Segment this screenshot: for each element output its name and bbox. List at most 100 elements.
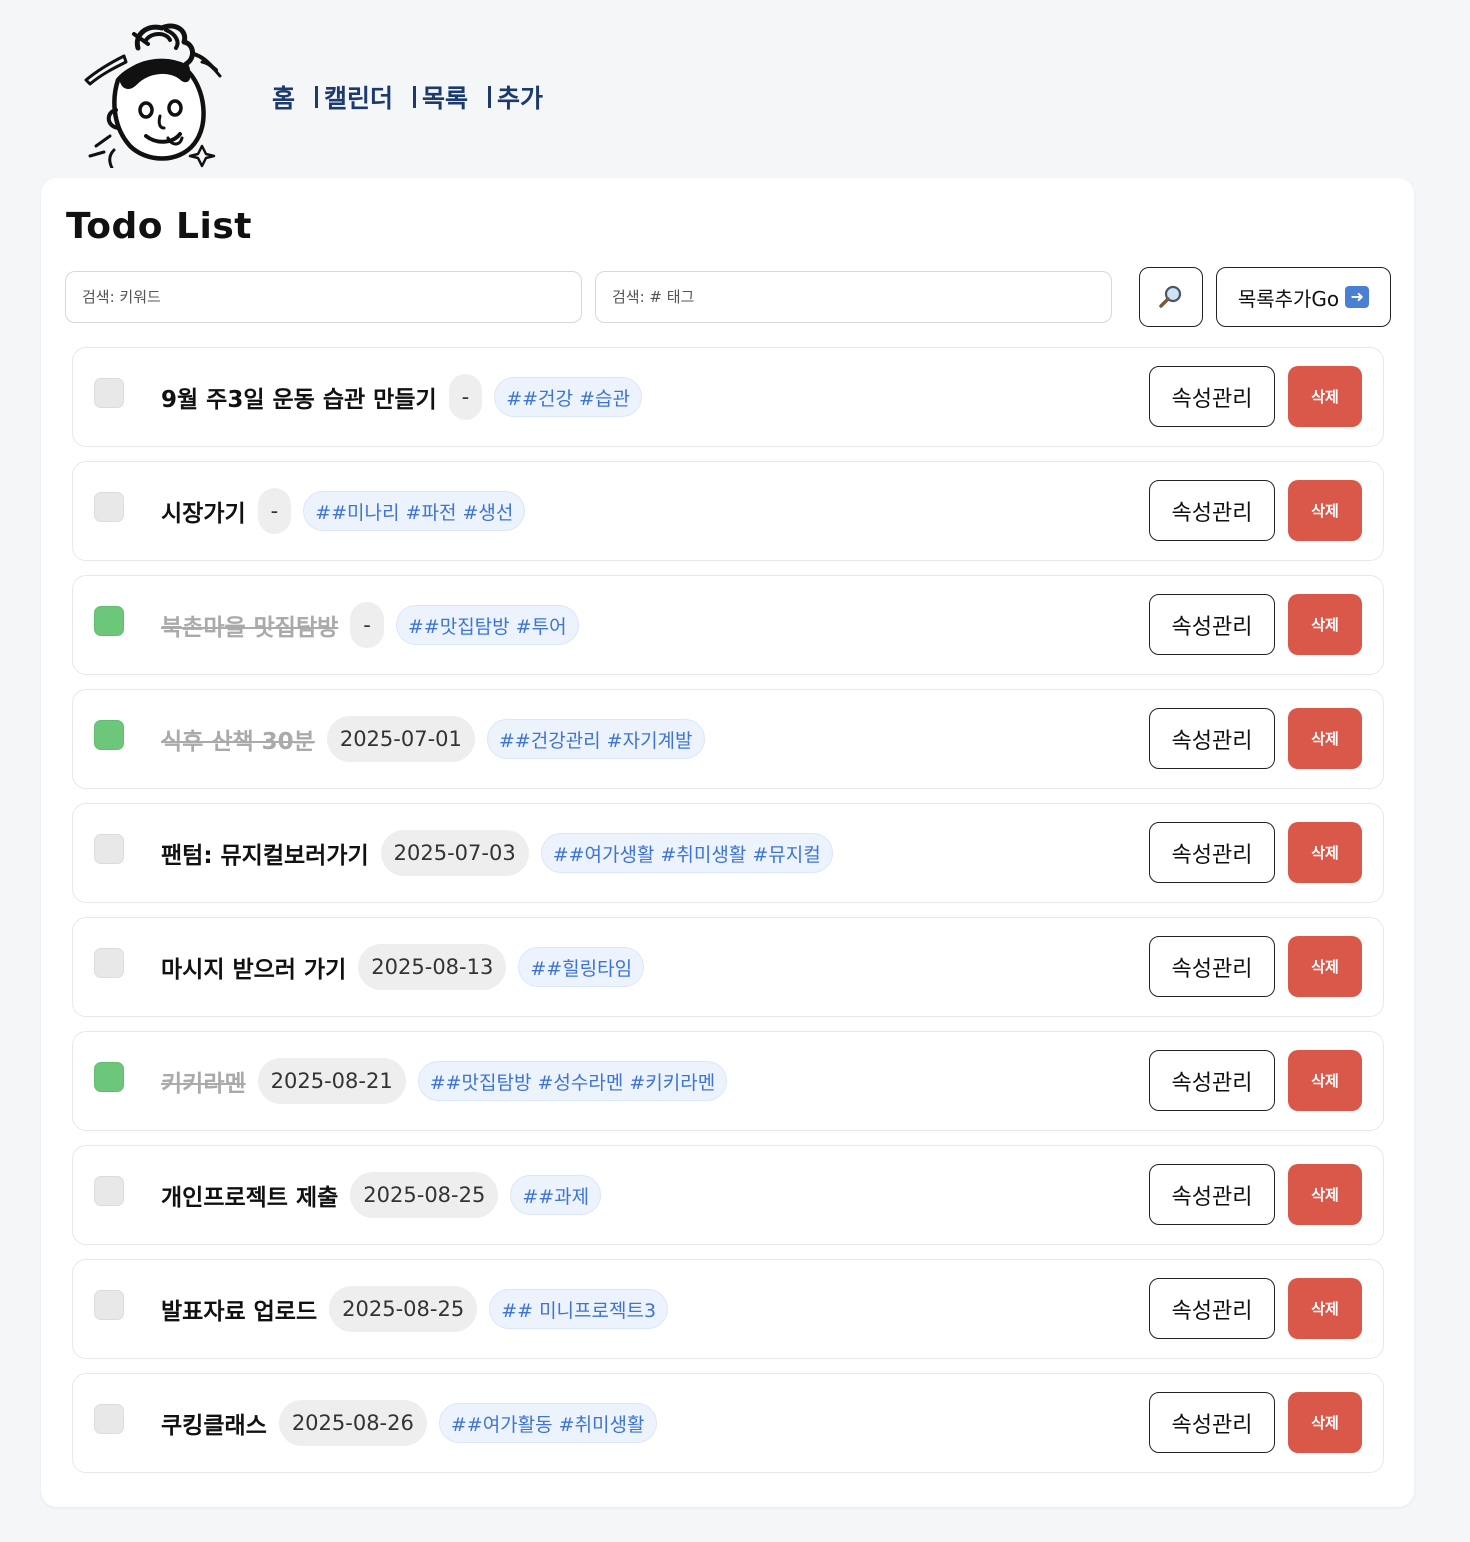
delete-button[interactable]: 삭제 — [1288, 708, 1362, 769]
delete-button[interactable]: 삭제 — [1288, 936, 1362, 997]
todo-tags[interactable]: ##여가활동 #취미생활 — [438, 1403, 657, 1443]
todo-title: 북촌마을 맛집탐방 — [161, 615, 339, 641]
todo-date: - — [257, 488, 292, 534]
search-button[interactable] — [1139, 267, 1203, 327]
todo-item-content: 북촌마을 맛집탐방 - ##맛집탐방 #투어 — [161, 602, 579, 648]
nav-home[interactable]: 홈 — [272, 79, 295, 115]
todo-tags[interactable]: ## 미니프로젝트3 — [489, 1289, 669, 1329]
todo-tags[interactable]: ##건강 #습관 — [494, 377, 642, 417]
todo-date: - — [350, 602, 384, 648]
todo-tags[interactable]: ##여가생활 #취미생활 #뮤지컬 — [540, 833, 833, 873]
todo-item-content: 개인프로젝트 제출 2025-08-25 ##과제 — [161, 1172, 602, 1218]
main-nav: 홈 캘린더 목록 추가 — [272, 78, 543, 116]
attribute-manage-button[interactable]: 속성관리 — [1149, 822, 1275, 883]
todo-item: 식후 산책 30분 2025-07-01 ##건강관리 #자기계발 속성관리 삭제 — [72, 689, 1384, 789]
todo-title: 키키라멘 — [161, 1071, 246, 1097]
todo-tags[interactable]: ##과제 — [510, 1175, 602, 1215]
right-arrow-icon: ➜ — [1345, 286, 1370, 308]
todo-list: 9월 주3일 운동 습관 만들기 - ##건강 #습관 속성관리 삭제 시장가기 - ##미나… — [72, 347, 1384, 1487]
delete-button[interactable]: 삭제 — [1288, 1392, 1362, 1453]
todo-title: 식후 산책 30분 — [161, 729, 315, 755]
todo-tags[interactable]: ##힐링타임 — [518, 947, 645, 987]
todo-date: 2025-07-03 — [380, 830, 529, 876]
todo-date: 2025-08-13 — [358, 944, 507, 990]
attribute-manage-button[interactable]: 속성관리 — [1149, 366, 1275, 427]
attribute-manage-button[interactable]: 속성관리 — [1149, 1278, 1275, 1339]
keyword-search-input[interactable] — [65, 271, 582, 323]
search-bar: 목록추가Go ➜ — [41, 267, 1414, 329]
todo-card: Todo List 목록추가Go ➜ 9월 주3일 운동 습관 만들기-##건강… — [41, 178, 1414, 1507]
todo-tags[interactable]: ##건강관리 #자기계발 — [486, 719, 705, 759]
todo-checkbox[interactable] — [94, 834, 124, 864]
todo-checkbox[interactable] — [94, 1290, 124, 1320]
todo-date: 2025-07-01 — [326, 716, 475, 762]
todo-title: 시장가기 — [161, 501, 246, 527]
todo-date: 2025-08-25 — [350, 1172, 499, 1218]
todo-title: 팬텀: 뮤지컬보러가기 — [161, 843, 369, 869]
header: 홈 캘린더 목록 추가 — [0, 0, 1470, 176]
delete-button[interactable]: 삭제 — [1288, 480, 1362, 541]
nav-divider — [488, 86, 492, 108]
todo-checkbox[interactable] — [94, 720, 124, 750]
todo-item-content: 쿠킹클래스 2025-08-26 ##여가활동 #취미생활 — [161, 1400, 657, 1446]
attribute-manage-button[interactable]: 속성관리 — [1149, 1164, 1275, 1225]
todo-title: 마시지 받으러 가기 — [161, 957, 347, 983]
todo-checkbox[interactable] — [94, 1176, 124, 1206]
todo-item-content: 9월 주3일 운동 습관 만들기 - ##건강 #습관 — [161, 374, 642, 420]
attribute-manage-button[interactable]: 속성관리 — [1149, 936, 1275, 997]
delete-button[interactable]: 삭제 — [1288, 1278, 1362, 1339]
nav-calendar[interactable]: 캘린더 — [324, 79, 393, 115]
todo-checkbox[interactable] — [94, 1062, 124, 1092]
todo-item-content: 키키라멘 2025-08-21 ##맛집탐방 #성수라멘 #키키라멘 — [161, 1058, 728, 1104]
attribute-manage-button[interactable]: 속성관리 — [1149, 708, 1275, 769]
todo-item: 북촌마을 맛집탐방 - ##맛집탐방 #투어 속성관리 삭제 — [72, 575, 1384, 675]
todo-item: 마시지 받으러 가기 2025-08-13 ##힐링타임 속성관리 삭제 — [72, 917, 1384, 1017]
todo-checkbox[interactable] — [94, 492, 124, 522]
todo-date: - — [448, 374, 483, 420]
todo-checkbox[interactable] — [94, 606, 124, 636]
nav-add[interactable]: 추가 — [497, 79, 543, 115]
nav-list[interactable]: 목록 — [422, 79, 468, 115]
todo-item: 9월 주3일 운동 습관 만들기 - ##건강 #습관 속성관리 삭제 — [72, 347, 1384, 447]
todo-tags[interactable]: ##미나리 #파전 #생선 — [303, 491, 526, 531]
attribute-manage-button[interactable]: 속성관리 — [1149, 1050, 1275, 1111]
todo-date: 2025-08-26 — [278, 1400, 427, 1446]
todo-item: 키키라멘 2025-08-21 ##맛집탐방 #성수라멘 #키키라멘 속성관리 삭제 — [72, 1031, 1384, 1131]
todo-title: 쿠킹클래스 — [161, 1413, 267, 1439]
todo-item-content: 식후 산책 30분 2025-07-01 ##건강관리 #자기계발 — [161, 716, 705, 762]
todo-item: 쿠킹클래스 2025-08-26 ##여가활동 #취미생활 속성관리 삭제 — [72, 1373, 1384, 1473]
todo-checkbox[interactable] — [94, 1404, 124, 1434]
todo-title: 개인프로젝트 제출 — [161, 1185, 339, 1211]
todo-item-content: 마시지 받으러 가기 2025-08-13 ##힐링타임 — [161, 944, 645, 990]
attribute-manage-button[interactable]: 속성관리 — [1149, 594, 1275, 655]
nav-divider — [413, 86, 417, 108]
todo-date: 2025-08-21 — [257, 1058, 406, 1104]
todo-tags[interactable]: ##맛집탐방 #성수라멘 #키키라멘 — [417, 1061, 728, 1101]
delete-button[interactable]: 삭제 — [1288, 594, 1362, 655]
todo-item: 팬텀: 뮤지컬보러가기 2025-07-03 ##여가생활 #취미생활 #뮤지컬 속성… — [72, 803, 1384, 903]
delete-button[interactable]: 삭제 — [1288, 1164, 1362, 1225]
page-title: Todo List — [66, 206, 252, 247]
attribute-manage-button[interactable]: 속성관리 — [1149, 1392, 1275, 1453]
magnifier-icon — [1159, 285, 1182, 308]
todo-item: 시장가기 - ##미나리 #파전 #생선 속성관리 삭제 — [72, 461, 1384, 561]
attribute-manage-button[interactable]: 속성관리 — [1149, 480, 1275, 541]
todo-title: 9월 주3일 운동 습관 만들기 — [161, 387, 437, 413]
todo-tags[interactable]: ##맛집탐방 #투어 — [395, 605, 579, 645]
todo-checkbox[interactable] — [94, 378, 124, 408]
add-todo-button-label: 목록추가Go — [1237, 286, 1340, 311]
delete-button[interactable]: 삭제 — [1288, 822, 1362, 883]
tag-search-input[interactable] — [595, 271, 1112, 323]
delete-button[interactable]: 삭제 — [1288, 1050, 1362, 1111]
todo-date: 2025-08-25 — [329, 1286, 478, 1332]
todo-checkbox[interactable] — [94, 948, 124, 978]
todo-item-content: 발표자료 업로드 2025-08-25 ## 미니프로젝트3 — [161, 1286, 669, 1332]
todo-item: 개인프로젝트 제출 2025-08-25 ##과제 속성관리 삭제 — [72, 1145, 1384, 1245]
todo-item: 발표자료 업로드 2025-08-25 ## 미니프로젝트3 속성관리 삭제 — [72, 1259, 1384, 1359]
nav-divider — [315, 86, 319, 108]
todo-item-content: 팬텀: 뮤지컬보러가기 2025-07-03 ##여가생활 #취미생활 #뮤지컬 — [161, 830, 833, 876]
add-todo-button[interactable]: 목록추가Go ➜ — [1216, 267, 1391, 327]
todo-item-content: 시장가기 - ##미나리 #파전 #생선 — [161, 488, 526, 534]
logo-character-icon[interactable] — [76, 18, 226, 170]
delete-button[interactable]: 삭제 — [1288, 366, 1362, 427]
